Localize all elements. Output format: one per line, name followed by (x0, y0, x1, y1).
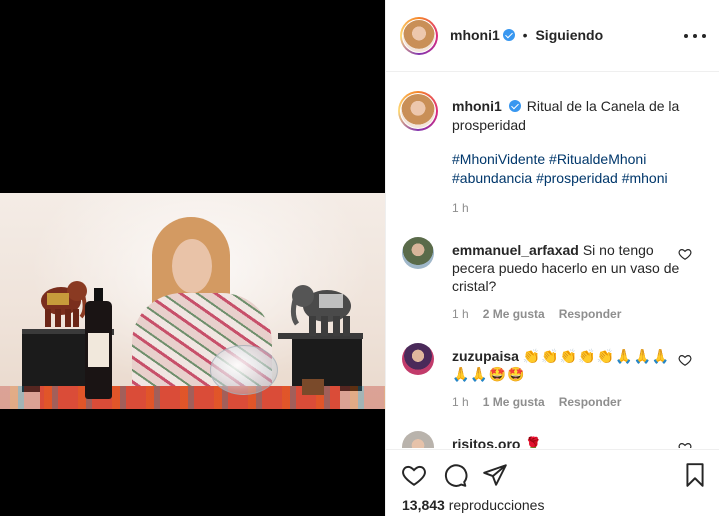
save-icon[interactable] (682, 462, 708, 488)
post-header: mhoni1 • Siguiendo (386, 0, 719, 72)
heart-icon[interactable] (678, 353, 692, 367)
caption-hashtags[interactable]: #MhoniVidente #RitualdeMhoni #abundancia… (452, 150, 712, 188)
caption-username[interactable]: mhoni1 (452, 98, 502, 114)
header-avatar[interactable] (400, 17, 438, 55)
comments-scroll-area[interactable]: mhoni1 Ritual de la Canela de la prosperi… (386, 73, 719, 448)
right-elephant-statue (290, 285, 351, 336)
verified-icon (508, 100, 521, 112)
views-count[interactable]: 13,843 reproducciones (402, 497, 544, 513)
comment-time[interactable]: 1 h (452, 395, 469, 409)
post-sidebar: mhoni1 • Siguiendo mhoni1 Ritual de la Ca… (385, 0, 719, 516)
comment-username[interactable]: emmanuel_arfaxad (452, 242, 579, 258)
separator-dot: • (522, 27, 528, 43)
commenter-avatar[interactable] (402, 237, 434, 269)
comment-likes[interactable]: 2 Me gusta (483, 307, 545, 321)
commenter-avatar[interactable] (402, 343, 434, 375)
verified-icon (502, 29, 515, 41)
left-elephant-statue (41, 281, 87, 327)
more-options-icon[interactable] (684, 26, 706, 46)
post-actions: 13,843 reproducciones (386, 449, 719, 516)
heart-icon[interactable] (678, 441, 692, 448)
table-stripes (0, 386, 385, 409)
presenter-face (172, 239, 212, 293)
views-label: reproducciones (448, 497, 545, 513)
comment-icon[interactable] (442, 462, 468, 488)
comment-text: emmanuel_arfaxad Si no tengo pecera puedo… (452, 241, 684, 295)
header-user: mhoni1 • Siguiendo (450, 27, 603, 43)
comment-username[interactable]: zuzupaisa (452, 348, 519, 364)
bottle-label (88, 333, 109, 367)
comment-meta: 1 h 2 Me gusta Responder (452, 307, 621, 321)
heart-icon[interactable] (678, 247, 692, 261)
reply-button[interactable]: Responder (559, 395, 622, 409)
following-button[interactable]: Siguiendo (535, 27, 603, 43)
glass-bowl (210, 345, 278, 395)
wooden-box (302, 379, 324, 395)
share-icon[interactable] (482, 462, 508, 488)
comment-username[interactable]: risitos.oro (452, 436, 520, 448)
video-frame[interactable] (0, 193, 385, 409)
comment-body: 🌹 (524, 436, 542, 448)
comment-meta: 1 h 1 Me gusta Responder (452, 395, 621, 409)
video-player[interactable] (0, 0, 385, 516)
comment-text: zuzupaisa 👏👏👏👏👏🙏🙏🙏🙏🙏🤩🤩 (452, 347, 684, 383)
heart-icon[interactable] (401, 462, 427, 488)
comment-likes[interactable]: 1 Me gusta (483, 395, 545, 409)
caption-avatar[interactable] (398, 91, 438, 131)
caption-timestamp[interactable]: 1 h (452, 201, 469, 215)
post-caption: mhoni1 Ritual de la Canela de la prosperi… (452, 97, 712, 135)
views-number: 13,843 (402, 497, 445, 513)
comment-text: risitos.oro 🌹 (452, 435, 684, 448)
header-username[interactable]: mhoni1 (450, 27, 500, 43)
commenter-avatar[interactable] (402, 431, 434, 448)
reply-button[interactable]: Responder (559, 307, 622, 321)
comment-time[interactable]: 1 h (452, 307, 469, 321)
